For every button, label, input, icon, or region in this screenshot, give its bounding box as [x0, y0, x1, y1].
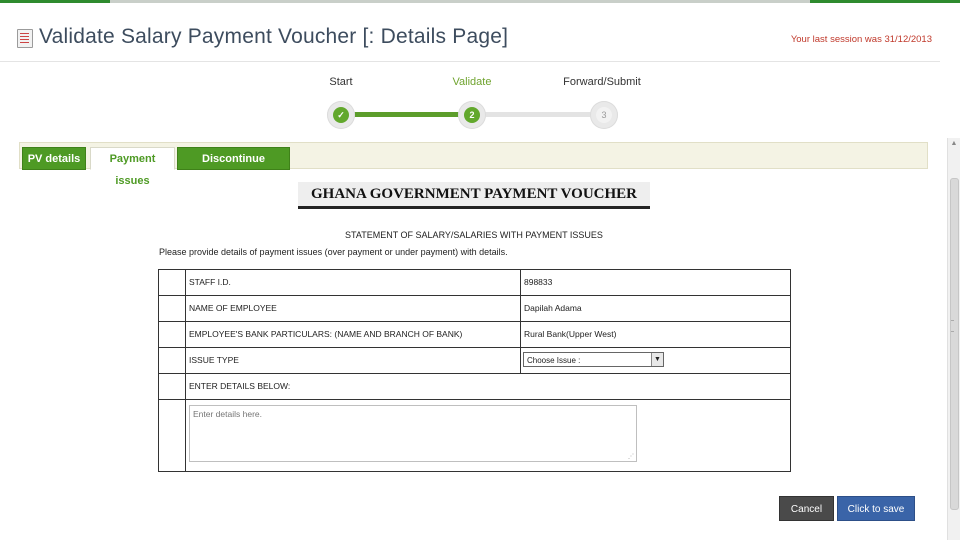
page-header: Validate Salary Payment Voucher [: Detai… — [0, 3, 940, 62]
save-button[interactable]: Click to save — [837, 496, 915, 521]
voucher-subtitle: STATEMENT OF SALARY/SALARIES WITH PAYMEN… — [345, 230, 603, 240]
row-marker-cell — [159, 322, 186, 347]
form-instruction: Please provide details of payment issues… — [159, 247, 508, 257]
wizard-track-completed — [341, 112, 472, 117]
issue-type-select-value: Choose Issue : — [527, 356, 581, 365]
employee-name-label: NAME OF EMPLOYEE — [189, 303, 277, 313]
chevron-down-icon[interactable]: ▼ — [651, 353, 663, 366]
staff-id-label: STAFF I.D. — [189, 277, 231, 287]
checkmark-icon: ✓ — [333, 107, 349, 123]
row-marker-cell — [159, 270, 186, 295]
tab-payment-issues[interactable]: Payment issues — [90, 147, 175, 187]
page-title: Validate Salary Payment Voucher [: Detai… — [39, 25, 509, 48]
tab-bar: PV details Payment issues Discontinue pa… — [19, 142, 928, 187]
issue-type-label: ISSUE TYPE — [189, 355, 239, 365]
scrollbar-thumb[interactable] — [950, 178, 959, 510]
form-row-bank-particulars: EMPLOYEE'S BANK PARTICULARS: (NAME AND B… — [159, 322, 790, 348]
voucher-title: GHANA GOVERNMENT PAYMENT VOUCHER — [298, 182, 650, 209]
form-row-details-label: ENTER DETAILS BELOW: — [159, 374, 790, 400]
bank-particulars-value: Rural Bank(Upper West) — [520, 322, 790, 347]
row-marker-cell — [159, 348, 186, 373]
wizard-track-remaining — [472, 112, 604, 117]
last-session-text: Your last session was 31/12/2013 — [790, 34, 932, 45]
document-icon — [17, 29, 33, 48]
resize-grip-icon[interactable]: ⋰ — [628, 453, 636, 461]
vertical-scrollbar[interactable]: ▲ — [947, 138, 960, 540]
bank-particulars-label: EMPLOYEE'S BANK PARTICULARS: (NAME AND B… — [189, 329, 463, 339]
form-row-issue-type: ISSUE TYPE Choose Issue : ▼ — [159, 348, 790, 374]
tab-discontinue-payment[interactable]: Discontinue payment — [177, 147, 290, 187]
row-marker-cell — [159, 296, 186, 321]
form-row-staff-id: STAFF I.D. 898833 — [159, 270, 790, 296]
details-textarea[interactable] — [189, 405, 637, 462]
payment-issue-form: STAFF I.D. 898833 NAME OF EMPLOYEE Dapil… — [158, 269, 791, 472]
wizard-step-start: ✓ — [327, 101, 355, 129]
employee-name-value: Dapilah Adama — [520, 296, 790, 321]
cancel-button[interactable]: Cancel — [779, 496, 834, 521]
wizard-step-start-label: Start — [329, 76, 353, 88]
tab-pv-details[interactable]: PV details — [22, 147, 86, 170]
form-row-employee-name: NAME OF EMPLOYEE Dapilah Adama — [159, 296, 790, 322]
issue-type-select[interactable]: Choose Issue : ▼ — [523, 352, 664, 367]
details-input-cell: ⋰ — [186, 400, 790, 471]
issue-type-cell: Choose Issue : ▼ — [520, 348, 790, 373]
scroll-up-icon[interactable]: ▲ — [948, 138, 960, 150]
wizard-step-number: 3 — [596, 107, 612, 123]
form-row-details-input: ⋰ — [159, 400, 790, 471]
row-marker-cell — [159, 374, 186, 399]
wizard-step-forward-label: Forward/Submit — [563, 76, 641, 88]
scroll-grip-icon — [951, 320, 954, 332]
progress-wizard: Start Validate Forward/Submit ✓ 2 3 — [300, 72, 680, 134]
details-label: ENTER DETAILS BELOW: — [189, 381, 291, 391]
row-marker-cell — [159, 400, 186, 471]
wizard-step-validate-label: Validate — [452, 76, 492, 88]
staff-id-value: 898833 — [520, 270, 790, 295]
wizard-step-number: 2 — [464, 107, 480, 123]
wizard-step-forward: 3 — [590, 101, 618, 129]
wizard-step-validate: 2 — [458, 101, 486, 129]
